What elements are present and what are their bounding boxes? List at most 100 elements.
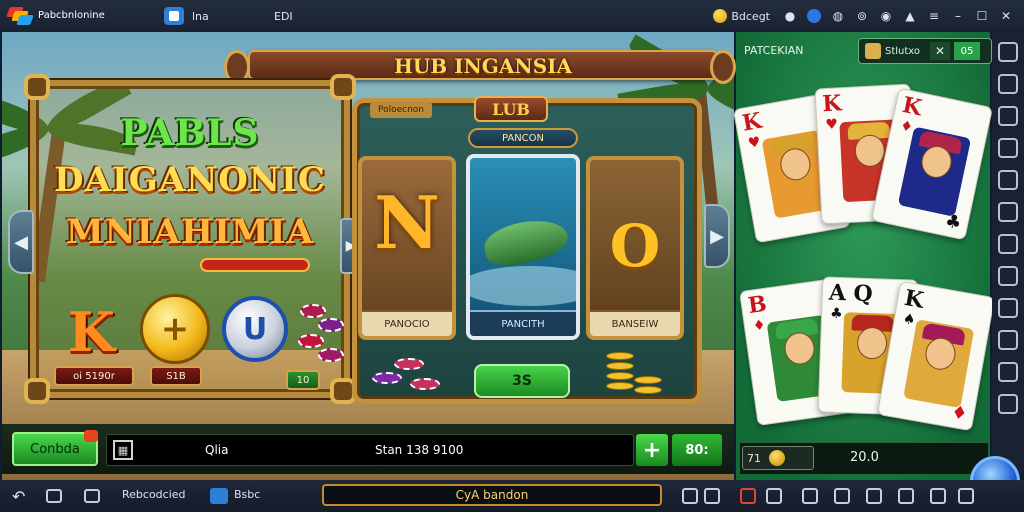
coin-stack-icon (634, 386, 662, 394)
card-rank: A Q (828, 279, 874, 308)
app-label[interactable]: Rebcodcied (122, 488, 186, 501)
tab-second[interactable]: EDI (274, 10, 314, 23)
camera-icon[interactable] (998, 234, 1018, 254)
face-portrait (903, 319, 975, 409)
tab-game[interactable]: lna (192, 10, 252, 23)
diamond-icon: ♦ (751, 317, 767, 335)
prev-arrow-button[interactable]: ◀ (8, 210, 34, 274)
reel-symbol-icon: O (609, 212, 661, 280)
home-icon[interactable] (46, 489, 62, 503)
reel-card[interactable]: N PANOCIO (358, 156, 456, 340)
volume-icon[interactable] (998, 106, 1018, 126)
keyboard-icon[interactable] (998, 42, 1018, 62)
cards-title: PATCEKIAN (744, 44, 804, 57)
coins-label: Bdcegt (731, 9, 770, 23)
recents-icon[interactable] (84, 489, 100, 503)
gamepad-icon[interactable]: ⊚ (852, 6, 872, 26)
settings-icon[interactable]: ◉ (876, 6, 896, 26)
heart-icon: ♥ (746, 134, 762, 153)
title-underline (200, 258, 310, 272)
card-rank: K (740, 107, 764, 137)
wave-icon (470, 266, 576, 306)
card-rank: K (902, 284, 926, 314)
back-icon[interactable]: ↶ (12, 487, 25, 506)
rotate-icon[interactable] (998, 202, 1018, 222)
spade-icon: ♠ (901, 310, 917, 329)
location-icon[interactable]: ▲ (900, 6, 920, 26)
chip-icon (318, 318, 344, 332)
title-bar: Pabcbnlonine lna EDI Bdcegt ● ◍ ⊚ ◉ ▲ ≡ … (0, 0, 1024, 32)
footer-tag-label: 71 (747, 451, 761, 465)
diamond-icon: ♦ (949, 401, 970, 426)
pill-label: Stlutxo (885, 45, 921, 57)
record-icon[interactable] (998, 170, 1018, 190)
close-icon[interactable]: ✕ (996, 6, 1016, 26)
side-toolbar (992, 32, 1024, 472)
footer-tag[interactable]: 71 (742, 446, 814, 470)
settings-icon[interactable] (802, 488, 818, 504)
bet-button[interactable]: 3S (474, 364, 570, 398)
value-button[interactable]: 80: (672, 434, 722, 466)
maximize-icon[interactable]: ☐ (972, 6, 992, 26)
app-icon[interactable] (210, 488, 228, 504)
symbol-k-icon: K (68, 300, 115, 364)
menu-icon[interactable]: ≡ (924, 6, 944, 26)
reel-label: BANSEIW (590, 310, 680, 336)
record-icon[interactable]: ● (780, 6, 800, 26)
status-bar[interactable]: ▦ Qlia Stan 138 9100 (106, 434, 634, 466)
fullscreen-icon[interactable] (998, 74, 1018, 94)
shake-icon[interactable] (998, 298, 1018, 318)
next-arrow-button[interactable]: ▶ (704, 204, 730, 268)
settings-icon[interactable] (998, 394, 1018, 414)
chip-icon (318, 348, 344, 362)
tag-mid: S1B (150, 366, 202, 386)
screenshot-icon[interactable] (998, 138, 1018, 158)
folder-icon[interactable] (930, 488, 946, 504)
scissors-icon[interactable] (866, 488, 882, 504)
more-icon[interactable] (998, 362, 1018, 382)
footer-value: 20.0 (850, 450, 879, 465)
share-icon[interactable] (898, 488, 914, 504)
coin-stack-icon (606, 372, 634, 380)
minimize-icon[interactable]: – (948, 6, 968, 26)
reel-label: PANCITH (470, 310, 576, 336)
pill-icon (865, 43, 881, 59)
reel-card[interactable]: O BANSEIW (586, 156, 684, 340)
pill-number: 05 (954, 42, 981, 60)
account-icon[interactable] (804, 6, 824, 26)
gold-coin-icon: + (140, 294, 210, 364)
status-right: Stan 138 9100 (375, 443, 464, 457)
reels-tab[interactable]: Poloecnon (370, 102, 432, 118)
chip-icon (394, 358, 424, 370)
brush-icon[interactable] (834, 488, 850, 504)
grid-icon[interactable]: ▦ (113, 440, 133, 460)
chip-icon (372, 372, 402, 384)
center-action[interactable]: CyA bandon (322, 484, 662, 506)
close-icon[interactable]: ✕ (930, 42, 951, 60)
game-title-line3: MNIAHIMIA (66, 212, 314, 252)
reel-label: PANOCIO (362, 310, 452, 336)
gamepad-icon[interactable] (704, 488, 720, 504)
game-title-line1: PABLS (120, 112, 260, 154)
location-icon[interactable] (998, 266, 1018, 286)
silver-coin-icon: U (222, 296, 288, 362)
title-banner: HUB INGANSIA (224, 50, 736, 84)
home-tab-icon[interactable] (164, 7, 184, 25)
record-icon[interactable] (740, 488, 756, 504)
more-icon[interactable] (958, 488, 974, 504)
add-button[interactable]: + (636, 434, 668, 466)
screen-icon[interactable] (682, 488, 698, 504)
card-rank: B (746, 290, 769, 320)
app-logo-icon (6, 7, 34, 25)
notification-icon[interactable]: ◍ (828, 6, 848, 26)
coin-icon (769, 450, 785, 466)
coin-icon (713, 9, 728, 23)
image-icon[interactable] (766, 488, 782, 504)
app2-label[interactable]: Bsbc (234, 488, 260, 501)
club-icon: ♣ (829, 305, 843, 323)
reel-card[interactable]: PANCITH (466, 154, 580, 340)
lub-badge: LUB (474, 96, 548, 122)
folder-icon[interactable] (998, 330, 1018, 350)
tag-green: 10 (286, 370, 320, 390)
chip-icon (300, 304, 326, 318)
